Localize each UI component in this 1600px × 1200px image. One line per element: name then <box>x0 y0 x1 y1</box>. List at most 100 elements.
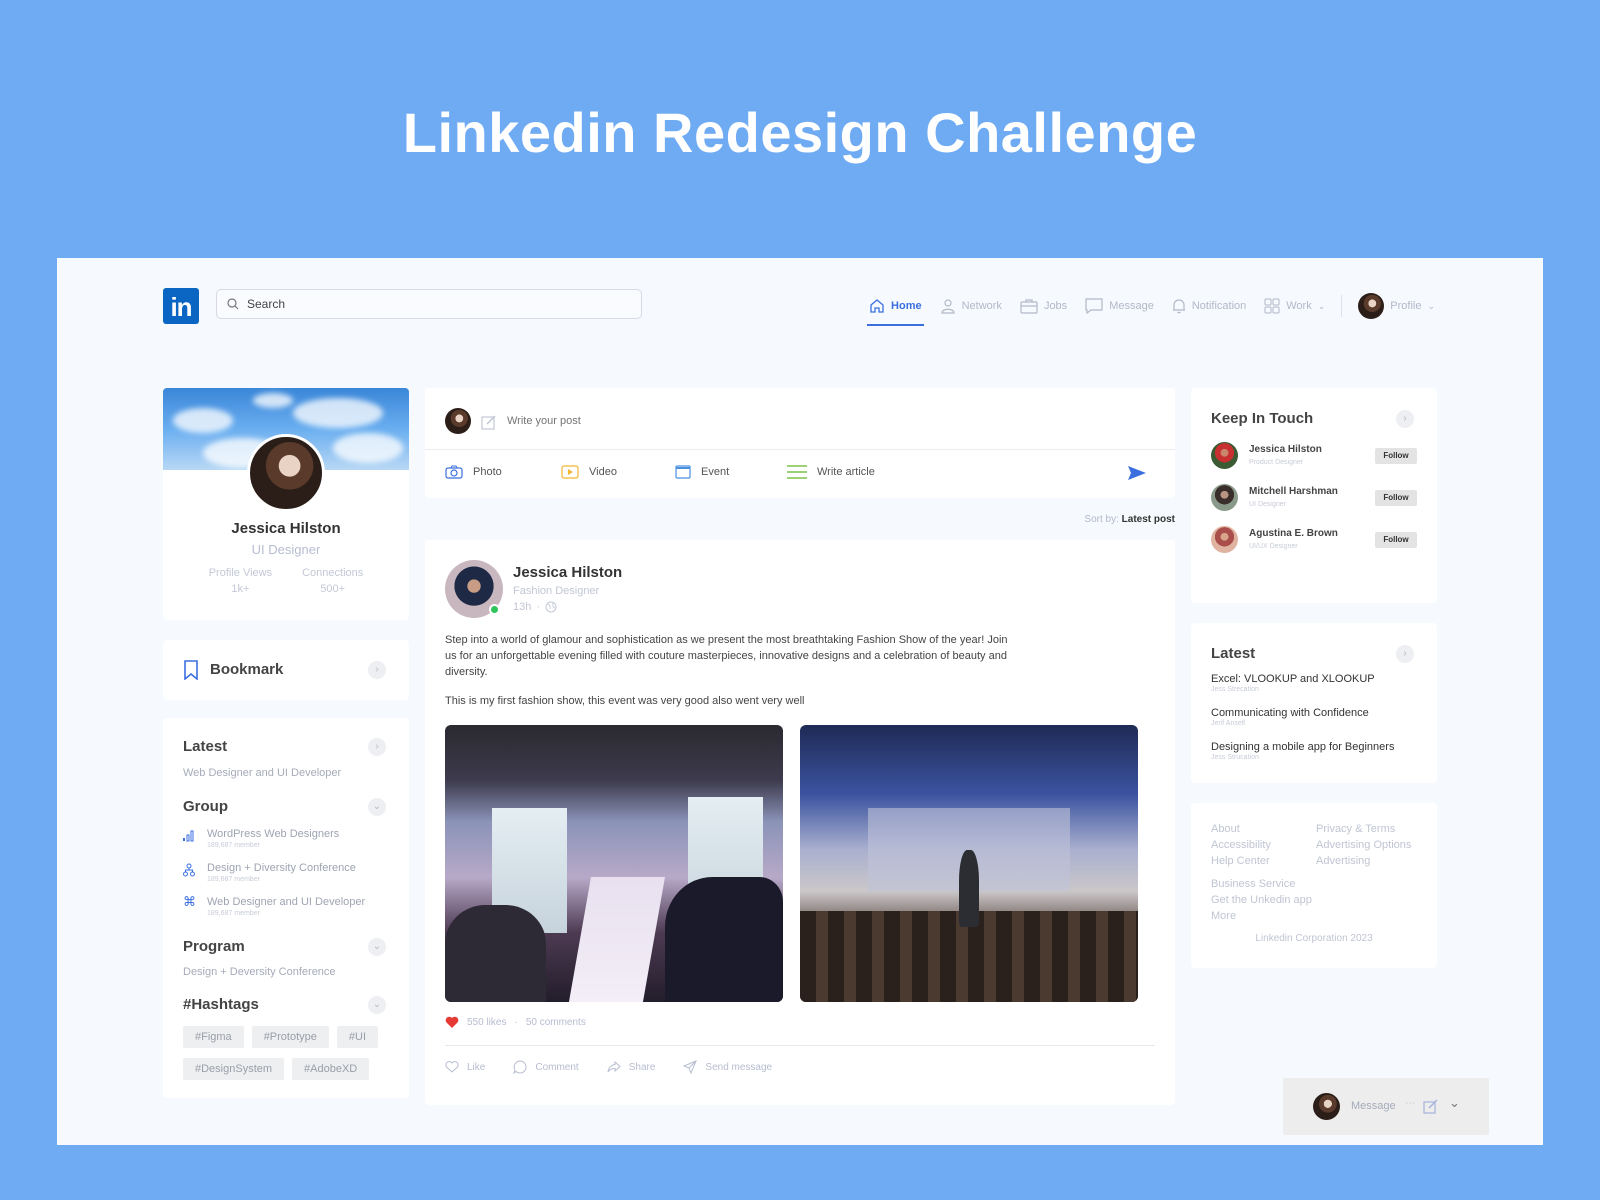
program-item[interactable]: Design + Deversity Conference <box>183 966 336 978</box>
footer-col-3: Business Service Get the Unkedin app Mor… <box>1211 876 1312 924</box>
post-image-hall[interactable] <box>800 725 1138 1002</box>
stat-value: 1k+ <box>231 583 250 595</box>
send-message-button[interactable]: Send message <box>683 1060 772 1074</box>
linkedin-logo[interactable]: in <box>163 288 199 324</box>
user-icon <box>940 299 955 314</box>
footer-col-1: About Accessibility Help Center <box>1211 821 1271 869</box>
bookmark-label: Bookmark <box>210 661 284 678</box>
composer-avatar <box>445 408 471 434</box>
post-time: 13h <box>513 601 532 613</box>
footer-link[interactable]: Business Service <box>1211 876 1312 892</box>
footer-link[interactable]: More <box>1211 908 1312 924</box>
send-icon <box>683 1060 698 1074</box>
comment-button[interactable]: Comment <box>513 1060 579 1074</box>
sort-control[interactable]: Sort by: Latest post <box>1084 514 1175 525</box>
chevron-down-icon[interactable]: ⌄ <box>1449 1095 1460 1111</box>
hashtag-chip[interactable]: #UI <box>336 1026 379 1048</box>
nav-jobs[interactable]: Jobs <box>1018 288 1069 324</box>
app-frame: in Home Network Jobs Message <box>57 258 1543 1145</box>
footer-link[interactable]: About <box>1211 821 1271 837</box>
profile-title: UI Designer <box>251 542 321 557</box>
command-icon: ⌘ <box>183 894 196 909</box>
like-button[interactable]: Like <box>445 1060 485 1074</box>
course-item[interactable]: Communicating with Confidence Jerif Anse… <box>1211 707 1369 727</box>
nav-network-label: Network <box>961 300 1002 312</box>
footer-link[interactable]: Get the Unkedin app <box>1211 892 1312 908</box>
nav-work[interactable]: Work ⌄ <box>1262 288 1327 324</box>
suggestion-name[interactable]: Jessica Hilston <box>1249 444 1322 455</box>
message-label: Message <box>1351 1100 1396 1112</box>
send-post-icon[interactable] <box>1127 465 1147 481</box>
compose-icon[interactable] <box>1423 1099 1438 1114</box>
share-icon <box>607 1061 621 1073</box>
suggestion-avatar[interactable] <box>1211 442 1238 469</box>
footer-link[interactable]: Advertising Options <box>1316 837 1411 853</box>
post-author-name[interactable]: Jessica Hilston <box>513 564 622 581</box>
latest-courses-card: Latest › Excel: VLOOKUP and XLOOKUP Jess… <box>1191 623 1437 783</box>
hashtag-chip[interactable]: #Prototype <box>251 1026 329 1048</box>
footer-link[interactable]: Privacy & Terms <box>1316 821 1411 837</box>
course-item[interactable]: Excel: VLOOKUP and XLOOKUP Jess Strecati… <box>1211 673 1375 693</box>
latest-item[interactable]: Web Designer and UI Developer <box>183 767 341 779</box>
follow-button[interactable]: Follow <box>1375 532 1417 548</box>
message-dock[interactable]: Message ⋯ ⌄ <box>1283 1078 1489 1135</box>
home-icon <box>870 299 884 313</box>
photo-button[interactable]: Photo <box>445 465 502 479</box>
more-icon[interactable]: ⋯ <box>1405 1098 1415 1109</box>
course-item[interactable]: Designing a mobile app for Beginners Jes… <box>1211 741 1394 761</box>
post-image-runway[interactable] <box>445 725 783 1002</box>
sidebar-sections-card: Latest › Web Designer and UI Developer G… <box>163 718 409 1098</box>
write-post-input[interactable] <box>507 410 1107 432</box>
video-button[interactable]: Video <box>561 465 617 479</box>
footer-link[interactable]: Help Center <box>1211 853 1271 869</box>
bar-chart-icon <box>183 830 194 842</box>
nav-profile[interactable]: Profile ⌄ <box>1356 288 1437 324</box>
nav-home[interactable]: Home <box>867 288 924 326</box>
connections-stat[interactable]: Connections 500+ <box>302 567 363 595</box>
comment-icon <box>513 1060 527 1074</box>
follow-button[interactable]: Follow <box>1375 490 1417 506</box>
search-input[interactable] <box>247 290 627 318</box>
footer-link[interactable]: Advertising <box>1316 853 1411 869</box>
footer-link[interactable]: Accessibility <box>1211 837 1271 853</box>
suggestion-item: Jessica Hilston Product Designer Follow <box>1211 442 1437 472</box>
globe-icon <box>545 601 557 613</box>
chevron-down-icon[interactable]: ⌄ <box>368 798 386 816</box>
share-button[interactable]: Share <box>607 1060 655 1074</box>
suggestion-name[interactable]: Mitchell Harshman <box>1249 486 1338 497</box>
chevron-right-icon[interactable]: › <box>368 738 386 756</box>
nav-notification[interactable]: Notification <box>1170 288 1248 324</box>
hashtag-chip[interactable]: #AdobeXD <box>292 1058 370 1080</box>
sort-value: Latest post <box>1121 514 1175 525</box>
nav-network[interactable]: Network <box>938 288 1004 324</box>
bookmark-card[interactable]: Bookmark › <box>163 640 409 700</box>
likes-count[interactable]: 550 likes <box>467 1017 506 1028</box>
follow-button[interactable]: Follow <box>1375 448 1417 464</box>
hashtag-chip[interactable]: #DesignSystem <box>183 1058 285 1080</box>
event-button[interactable]: Event <box>675 465 729 479</box>
chevron-right-icon[interactable]: › <box>1396 410 1414 428</box>
profile-photo[interactable] <box>247 434 325 512</box>
search-box[interactable] <box>216 289 642 319</box>
chevron-down-icon[interactable]: ⌄ <box>368 996 386 1014</box>
dot-separator: · <box>514 1016 518 1028</box>
write-article-button[interactable]: Write article <box>787 465 875 479</box>
latest-courses-title: Latest <box>1211 645 1256 662</box>
chevron-right-icon[interactable]: › <box>1396 645 1414 663</box>
profile-avatar <box>1358 293 1385 319</box>
message-avatar <box>1313 1093 1340 1120</box>
chevron-down-icon[interactable]: ⌄ <box>368 938 386 956</box>
profile-name[interactable]: Jessica Hilston <box>163 520 409 537</box>
comments-count[interactable]: 50 comments <box>526 1017 586 1028</box>
nav-divider <box>1341 295 1343 317</box>
suggestion-avatar[interactable] <box>1211 526 1238 553</box>
suggestion-avatar[interactable] <box>1211 484 1238 511</box>
message-icon <box>1085 298 1103 314</box>
hashtag-chip[interactable]: #Figma <box>183 1026 244 1048</box>
post-meta: 13h · <box>513 601 557 613</box>
chevron-right-icon[interactable]: › <box>368 661 386 679</box>
nav-message[interactable]: Message <box>1083 288 1156 324</box>
group-name: Design + Diversity Conference <box>207 862 356 874</box>
suggestion-name[interactable]: Agustina E. Brown <box>1249 528 1338 539</box>
profile-views-stat[interactable]: Profile Views 1k+ <box>209 567 272 595</box>
